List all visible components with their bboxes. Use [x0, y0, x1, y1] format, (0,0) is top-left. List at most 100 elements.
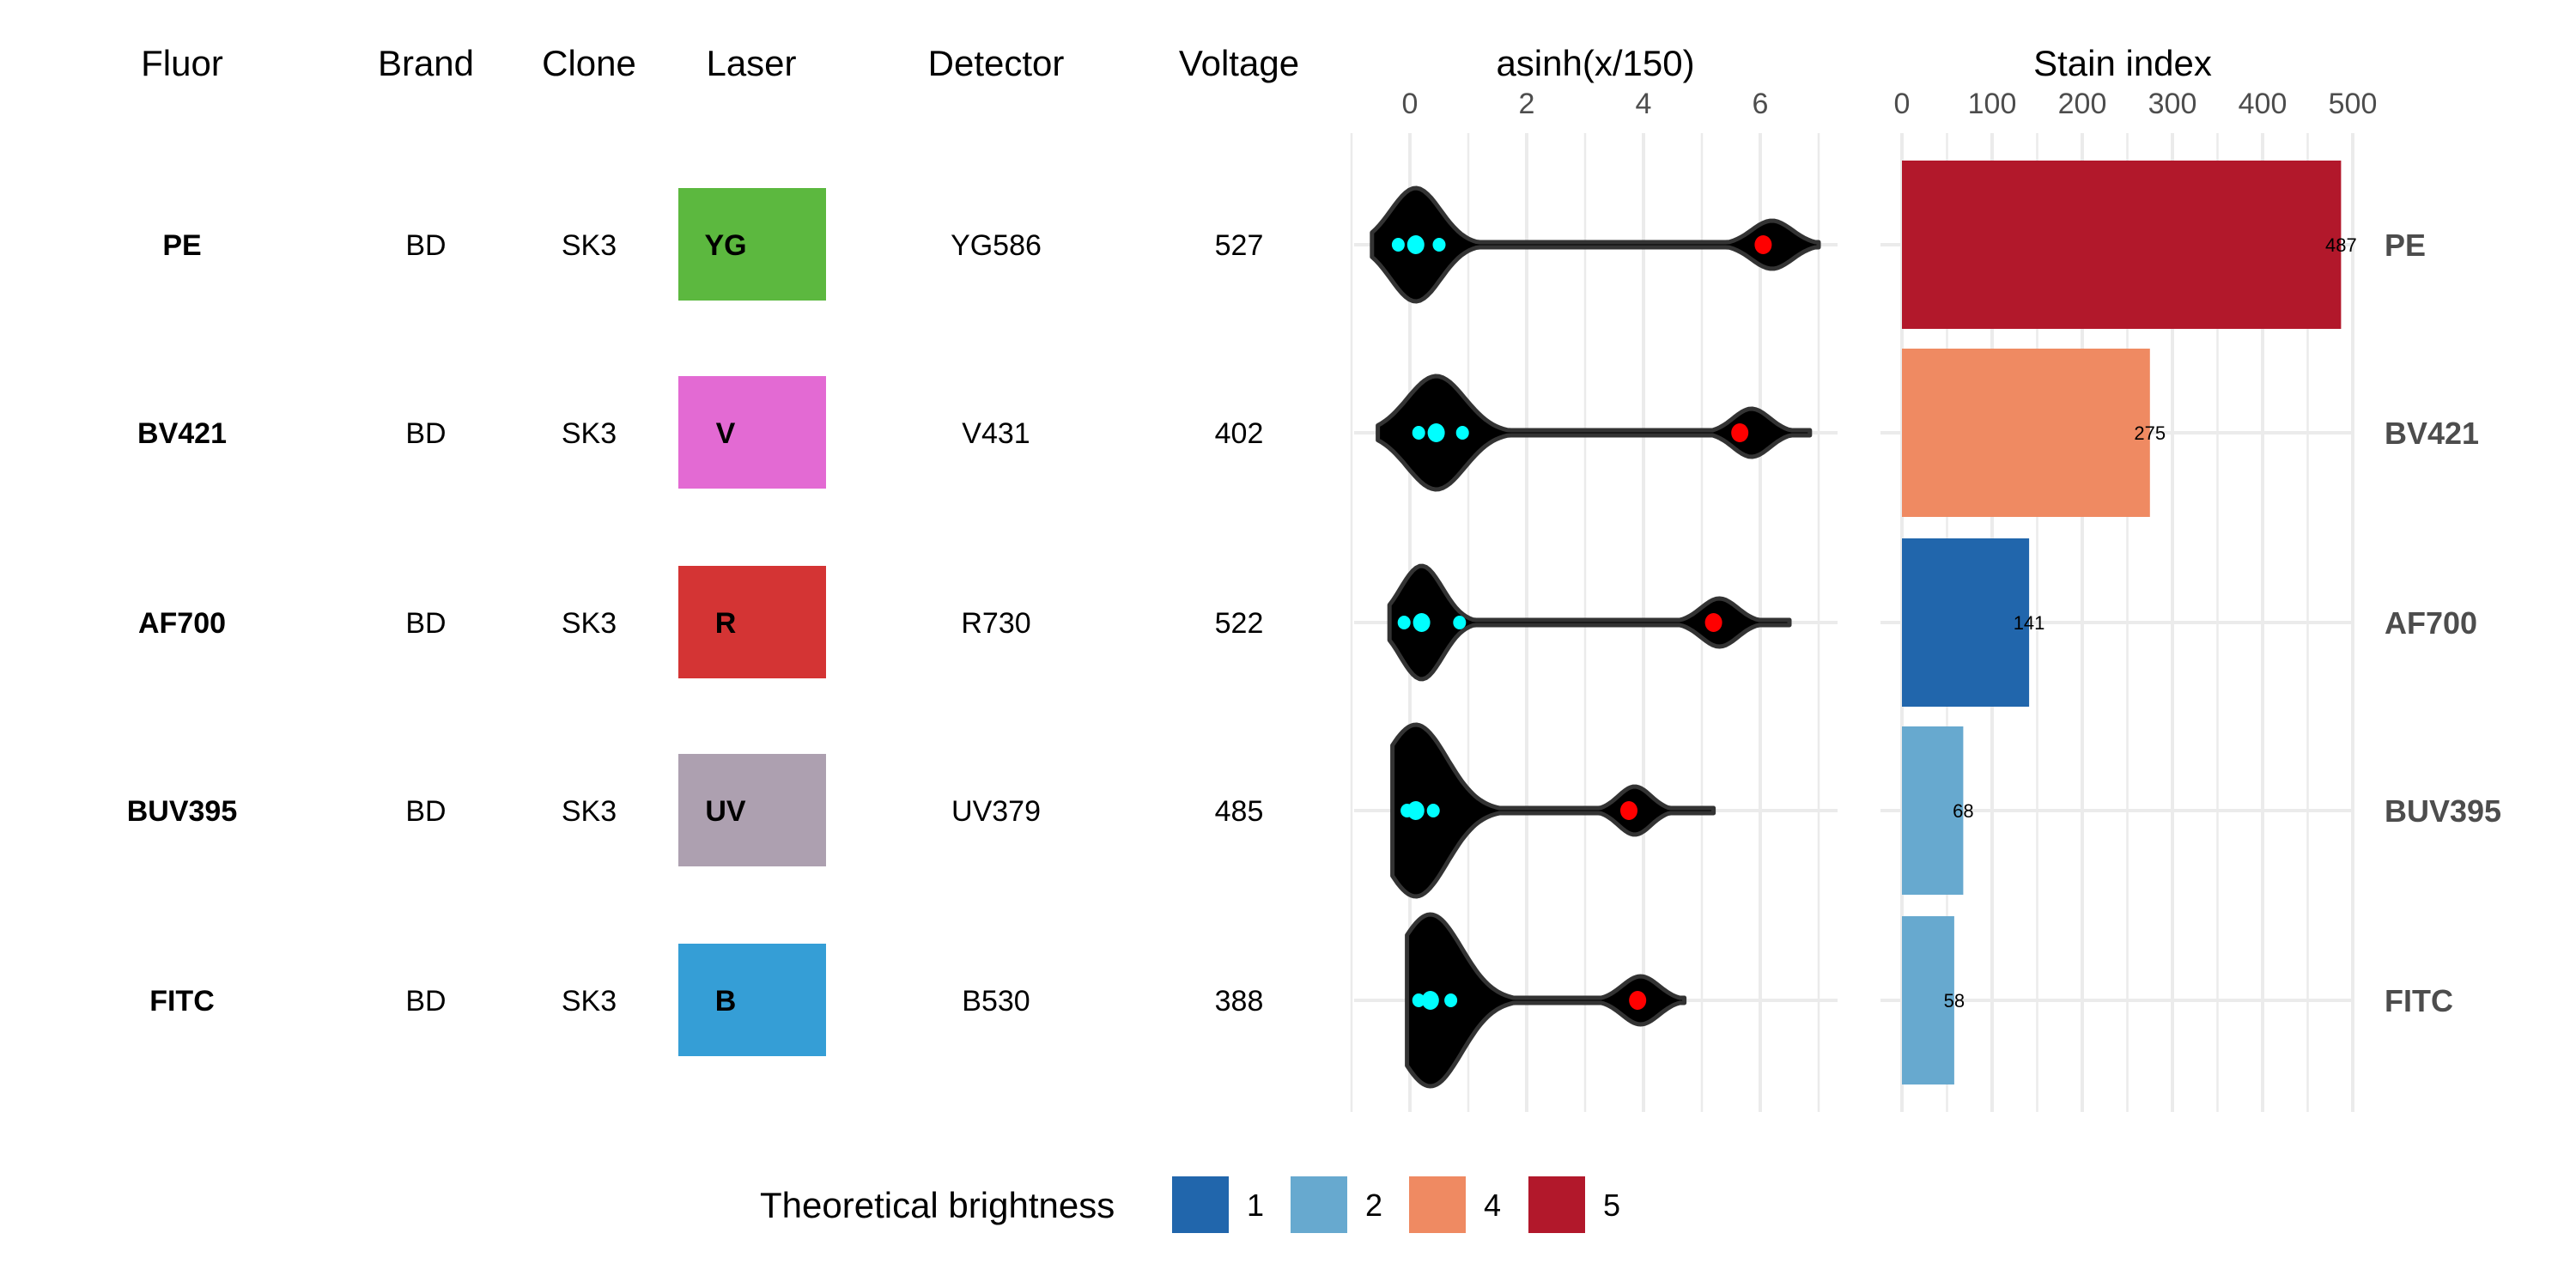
violin-shape [1387, 563, 1792, 682]
negative-point [1444, 993, 1458, 1007]
brand-cell: BD [405, 985, 446, 1018]
x-tick-label: 200 [2058, 88, 2107, 120]
laser-swatch [678, 376, 826, 489]
brand-cell: BD [405, 607, 446, 640]
positive-point [1629, 991, 1647, 1010]
positive-point [1754, 235, 1772, 254]
x-tick-label: 500 [2329, 88, 2378, 120]
laser-cell: R [715, 607, 737, 640]
bar-value-label: 58 [1944, 990, 1965, 1012]
legend-title: Theoretical brightness [760, 1185, 1115, 1225]
violin-bv421 [1376, 374, 1813, 492]
legend-swatch [1172, 1176, 1229, 1233]
negative-point [1421, 991, 1439, 1010]
figure: Fluor Brand Clone Laser Detector Voltage… [127, 43, 2501, 1233]
voltage-cell: 402 [1215, 417, 1264, 450]
violin-shape [1390, 722, 1716, 899]
bar-value-label: 487 [2325, 234, 2357, 256]
x-tick-label: 4 [1636, 88, 1652, 120]
negative-point [1455, 426, 1469, 440]
legend-swatch [1409, 1176, 1466, 1233]
clone-cell: SK3 [562, 607, 617, 640]
fluor-cell: FITC [149, 985, 215, 1018]
table-row: FITC BD SK3 B B530 388 [149, 944, 1263, 1056]
bar [1902, 349, 2150, 517]
laser-swatch [678, 188, 826, 301]
negative-point [1432, 238, 1446, 252]
violin-panel: 0 2 4 6 [1350, 88, 1838, 1112]
bar-pe: 487 PE [1902, 161, 2426, 329]
legend-item: 4 [1409, 1176, 1501, 1233]
clone-cell: SK3 [562, 417, 617, 450]
x-tick-label: 300 [2148, 88, 2197, 120]
header-clone: Clone [542, 43, 636, 83]
violin-af700 [1387, 563, 1792, 682]
legend-label: 4 [1484, 1188, 1501, 1223]
fluor-cell: AF700 [138, 607, 226, 640]
negative-point [1406, 801, 1425, 820]
header-fluor: Fluor [141, 43, 223, 83]
negative-point [1406, 235, 1425, 254]
negative-point [1453, 616, 1467, 629]
voltage-cell: 485 [1215, 795, 1264, 828]
laser-swatch [678, 754, 826, 866]
negative-point [1391, 238, 1405, 252]
fluor-cell: BUV395 [127, 795, 238, 828]
laser-cell: V [716, 417, 736, 450]
table-row: PE BD SK3 YG YG586 527 [162, 188, 1263, 301]
fluor-cell: BV421 [137, 417, 227, 450]
detector-cell: B530 [962, 985, 1030, 1018]
legend-items: 1 2 4 5 [1172, 1176, 1620, 1233]
legend-label: 5 [1603, 1188, 1620, 1223]
voltage-cell: 522 [1215, 607, 1264, 640]
legend-label: 2 [1365, 1188, 1382, 1223]
legend-item: 5 [1528, 1176, 1620, 1233]
bar [1902, 538, 2030, 707]
laser-swatch [678, 566, 826, 678]
negative-point [1427, 423, 1445, 442]
legend-label: 1 [1247, 1188, 1264, 1223]
brand-cell: BD [405, 229, 446, 262]
negative-point [1413, 613, 1431, 632]
negative-point [1412, 426, 1425, 440]
table-row: BV421 BD SK3 V V431 402 [137, 376, 1263, 489]
row-label: FITC [2385, 983, 2453, 1018]
clone-cell: SK3 [562, 985, 617, 1018]
table-row: AF700 BD SK3 R R730 522 [138, 566, 1263, 678]
detector-cell: UV379 [951, 795, 1041, 828]
detector-cell: V431 [962, 417, 1030, 450]
positive-point [1704, 613, 1722, 632]
table-row: BUV395 BD SK3 UV UV379 485 [127, 754, 1264, 866]
x-tick-label: 0 [1402, 88, 1419, 120]
x-tick-label: 100 [1968, 88, 2017, 120]
bar-value-label: 275 [2134, 422, 2166, 444]
header-laser: Laser [706, 43, 796, 83]
header-detector: Detector [928, 43, 1065, 83]
legend-swatch [1291, 1176, 1347, 1233]
stain-index-panel: 0 100 200 300 400 500 487 PE 275 BV421 141 AF700 68 B… [1880, 88, 2501, 1112]
violin-pe [1370, 185, 1821, 304]
laser-cell: YG [704, 229, 746, 262]
x-tick-label: 0 [1894, 88, 1911, 120]
table-body: PE BD SK3 YG YG586 527 BV421 BD SK3 V V431 402 AF700… [127, 188, 1264, 1056]
brand-cell: BD [405, 417, 446, 450]
voltage-cell: 527 [1215, 229, 1264, 262]
detector-cell: R730 [961, 607, 1030, 640]
row-label: PE [2385, 228, 2426, 263]
x-tick-label: 400 [2239, 88, 2287, 120]
positive-point [1731, 423, 1749, 442]
header-brand: Brand [378, 43, 474, 83]
fluor-cell: PE [162, 229, 201, 262]
laser-cell: B [715, 985, 737, 1018]
negative-point [1397, 616, 1411, 629]
legend-item: 1 [1172, 1176, 1264, 1233]
negative-point [1426, 804, 1440, 817]
legend-swatch [1528, 1176, 1585, 1233]
bar-value-label: 68 [1953, 800, 1973, 822]
laser-cell: UV [705, 795, 746, 828]
clone-cell: SK3 [562, 229, 617, 262]
x-tick-label: 6 [1753, 88, 1769, 120]
violin-title: asinh(x/150) [1496, 43, 1694, 83]
legend: Theoretical brightness 1 2 4 5 [760, 1176, 1620, 1233]
brand-cell: BD [405, 795, 446, 828]
